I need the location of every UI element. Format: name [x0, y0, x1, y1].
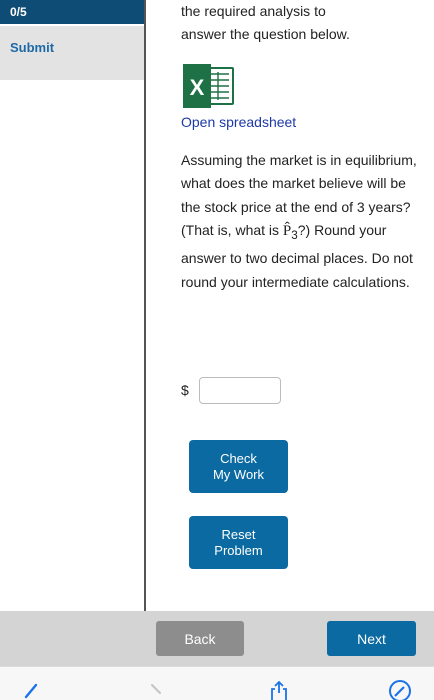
- forward-arrow-icon[interactable]: [148, 683, 168, 700]
- excel-icon[interactable]: X: [183, 64, 235, 108]
- navigation-bar: Back Next: [0, 611, 434, 666]
- intro-line-2: answer the question below.: [181, 26, 350, 43]
- intro-line-1: the required analysis to: [181, 3, 326, 19]
- submit-button[interactable]: Submit: [0, 26, 144, 80]
- score-indicator: 0/5: [0, 0, 144, 24]
- reset-problem-button[interactable]: Reset Problem: [189, 516, 288, 569]
- p-hat-symbol: P̂: [282, 223, 292, 240]
- back-button[interactable]: Back: [156, 621, 244, 656]
- next-button[interactable]: Next: [327, 621, 416, 656]
- sidebar: 0/5 Submit: [0, 0, 146, 611]
- intro-text: the required analysis to answer the ques…: [181, 0, 426, 47]
- answer-input[interactable]: [199, 377, 281, 404]
- check-my-work-button[interactable]: Check My Work: [189, 440, 288, 493]
- share-icon[interactable]: [268, 679, 290, 700]
- browser-toolbar: [0, 666, 434, 700]
- compass-icon[interactable]: [388, 679, 412, 700]
- open-spreadsheet-link[interactable]: Open spreadsheet: [181, 114, 296, 130]
- currency-label: $: [181, 382, 189, 398]
- question-text: Assuming the market is in equilibrium, w…: [181, 149, 426, 294]
- svg-text:X: X: [190, 75, 205, 100]
- back-arrow-icon[interactable]: [22, 683, 42, 700]
